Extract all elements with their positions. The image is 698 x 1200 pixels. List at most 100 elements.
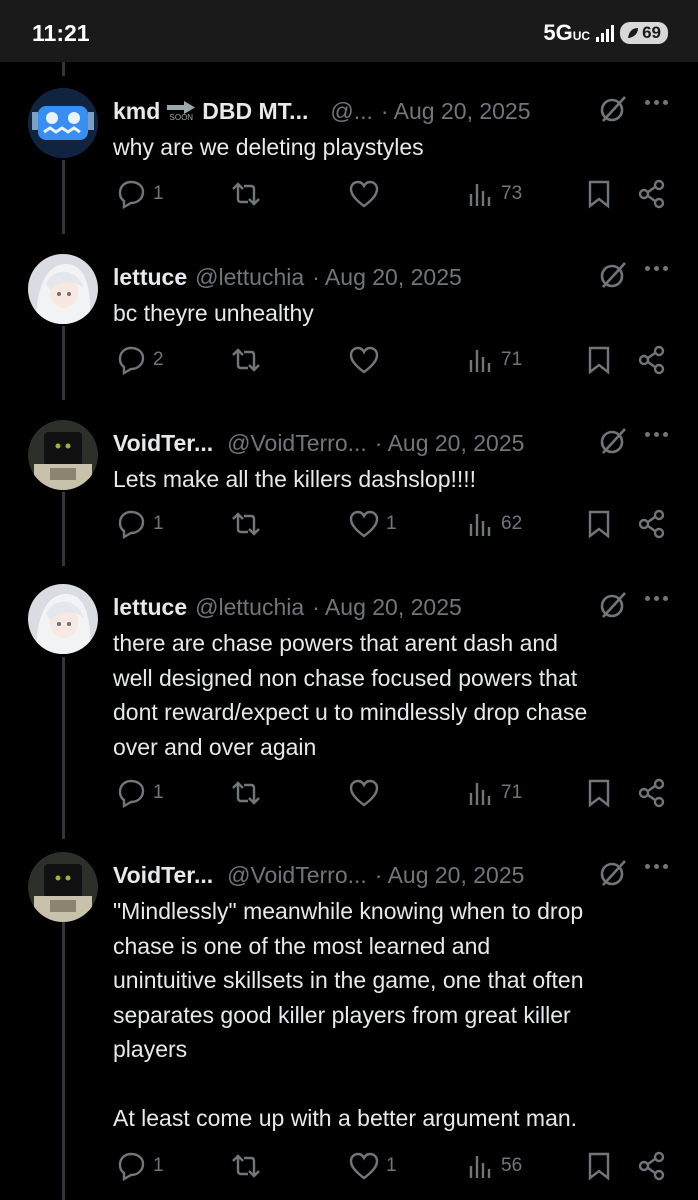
more-icon[interactable] bbox=[645, 596, 668, 601]
bookmark-button[interactable] bbox=[586, 1151, 612, 1181]
avatar[interactable] bbox=[28, 420, 98, 490]
repost-icon bbox=[232, 182, 260, 206]
reply-icon bbox=[118, 510, 145, 539]
display-name[interactable]: kmd bbox=[113, 98, 160, 125]
repost-button[interactable] bbox=[230, 1151, 268, 1181]
display-name-part[interactable]: DBD MT... bbox=[202, 98, 308, 125]
leaf-icon bbox=[628, 28, 639, 38]
tweet[interactable]: kmd SOON DBD MT... @... · Aug 20, 2025 w… bbox=[0, 88, 698, 248]
avatar[interactable] bbox=[28, 852, 98, 922]
bookmark-button[interactable] bbox=[586, 345, 612, 375]
like-button[interactable] bbox=[348, 179, 386, 209]
tweet[interactable]: lettuce @lettuchia · Aug 20, 2025 bc the… bbox=[0, 254, 698, 414]
share-button[interactable] bbox=[637, 345, 667, 375]
repost-button[interactable] bbox=[230, 179, 268, 209]
like-button[interactable]: 1 bbox=[348, 1151, 397, 1181]
reply-button[interactable]: 1 bbox=[115, 778, 164, 808]
handle[interactable]: @VoidTerro... bbox=[227, 862, 367, 889]
more-icon[interactable] bbox=[645, 864, 668, 869]
like-icon bbox=[349, 180, 379, 208]
like-icon bbox=[349, 1152, 379, 1180]
timestamp[interactable]: · Aug 20, 2025 bbox=[381, 98, 531, 125]
view-count: 62 bbox=[501, 513, 523, 534]
handle[interactable]: @... bbox=[330, 98, 373, 125]
bookmark-button[interactable] bbox=[586, 179, 612, 209]
like-button[interactable] bbox=[348, 345, 386, 375]
share-icon bbox=[638, 1151, 665, 1181]
tweet[interactable]: VoidTer... @VoidTerro... · Aug 20, 2025 … bbox=[0, 420, 698, 580]
views-icon bbox=[469, 184, 491, 206]
more-icon[interactable] bbox=[645, 100, 668, 105]
soon-arrow-icon: SOON bbox=[166, 100, 196, 122]
like-button[interactable]: 1 bbox=[348, 509, 397, 539]
reply-count: 1 bbox=[153, 513, 164, 534]
grok-icon[interactable] bbox=[598, 590, 628, 625]
grok-icon[interactable] bbox=[598, 858, 628, 893]
battery-indicator: 69 bbox=[620, 22, 668, 44]
display-name[interactable]: VoidTer... bbox=[113, 430, 213, 457]
tweet-actions: 1 1 56 bbox=[113, 1151, 673, 1185]
repost-button[interactable] bbox=[230, 509, 268, 539]
timestamp[interactable]: · Aug 20, 2025 bbox=[375, 430, 525, 457]
tweet-actions: 1 73 bbox=[113, 179, 673, 213]
reply-button[interactable]: 1 bbox=[115, 179, 164, 209]
more-icon[interactable] bbox=[645, 432, 668, 437]
handle[interactable]: @lettuchia bbox=[195, 594, 304, 621]
share-button[interactable] bbox=[637, 509, 667, 539]
thread-line bbox=[62, 62, 65, 76]
views-icon bbox=[469, 783, 491, 805]
bookmark-icon bbox=[588, 1152, 610, 1181]
tweet-text: "Mindlessly" meanwhile knowing when to d… bbox=[113, 898, 584, 1131]
tweet-header: kmd SOON DBD MT... @... · Aug 20, 2025 bbox=[113, 96, 668, 126]
avatar[interactable] bbox=[28, 584, 98, 654]
like-icon bbox=[349, 779, 379, 807]
view-count: 73 bbox=[501, 183, 523, 204]
reply-count: 2 bbox=[153, 349, 164, 370]
views-button[interactable]: 71 bbox=[467, 778, 522, 808]
share-icon bbox=[638, 509, 665, 539]
repost-button[interactable] bbox=[230, 778, 268, 808]
views-button[interactable]: 73 bbox=[467, 179, 522, 209]
handle[interactable]: @VoidTerro... bbox=[227, 430, 367, 457]
reply-button[interactable]: 2 bbox=[115, 345, 164, 375]
repost-button[interactable] bbox=[230, 345, 268, 375]
repost-icon bbox=[232, 781, 260, 805]
tweet[interactable]: VoidTer... @VoidTerro... · Aug 20, 2025 … bbox=[0, 852, 698, 1200]
share-icon bbox=[638, 345, 665, 375]
views-button[interactable]: 71 bbox=[467, 345, 522, 375]
more-icon[interactable] bbox=[645, 266, 668, 271]
share-button[interactable] bbox=[637, 179, 667, 209]
display-name[interactable]: lettuce bbox=[113, 264, 187, 291]
display-name[interactable]: VoidTer... bbox=[113, 862, 213, 889]
timestamp[interactable]: · Aug 20, 2025 bbox=[312, 264, 462, 291]
grok-icon[interactable] bbox=[598, 426, 628, 461]
bookmark-icon bbox=[588, 779, 610, 808]
bookmark-button[interactable] bbox=[586, 509, 612, 539]
reply-icon bbox=[118, 779, 145, 808]
like-button[interactable] bbox=[348, 778, 386, 808]
reply-button[interactable]: 1 bbox=[115, 509, 164, 539]
grok-icon[interactable] bbox=[598, 94, 628, 129]
share-button[interactable] bbox=[637, 778, 667, 808]
view-count: 71 bbox=[501, 349, 523, 370]
handle[interactable]: @lettuchia bbox=[195, 264, 304, 291]
view-count: 71 bbox=[501, 782, 523, 803]
tweet[interactable]: lettuce @lettuchia · Aug 20, 2025 there … bbox=[0, 584, 698, 834]
bookmark-icon bbox=[588, 346, 610, 375]
reply-button[interactable]: 1 bbox=[115, 1151, 164, 1181]
avatar[interactable] bbox=[28, 88, 98, 158]
share-button[interactable] bbox=[637, 1151, 667, 1181]
tweet-actions: 1 1 62 bbox=[113, 509, 673, 543]
signal-icon bbox=[596, 24, 615, 42]
repost-icon bbox=[232, 1154, 260, 1178]
timestamp[interactable]: · Aug 20, 2025 bbox=[312, 594, 462, 621]
timestamp[interactable]: · Aug 20, 2025 bbox=[375, 862, 525, 889]
grok-icon[interactable] bbox=[598, 260, 628, 295]
views-button[interactable]: 56 bbox=[467, 1151, 522, 1181]
bookmark-button[interactable] bbox=[586, 778, 612, 808]
avatar[interactable] bbox=[28, 254, 98, 324]
display-name[interactable]: lettuce bbox=[113, 594, 187, 621]
network-indicator: 5GUC bbox=[543, 20, 591, 45]
views-button[interactable]: 62 bbox=[467, 509, 522, 539]
tweet-header: lettuce @lettuchia · Aug 20, 2025 bbox=[113, 592, 668, 622]
